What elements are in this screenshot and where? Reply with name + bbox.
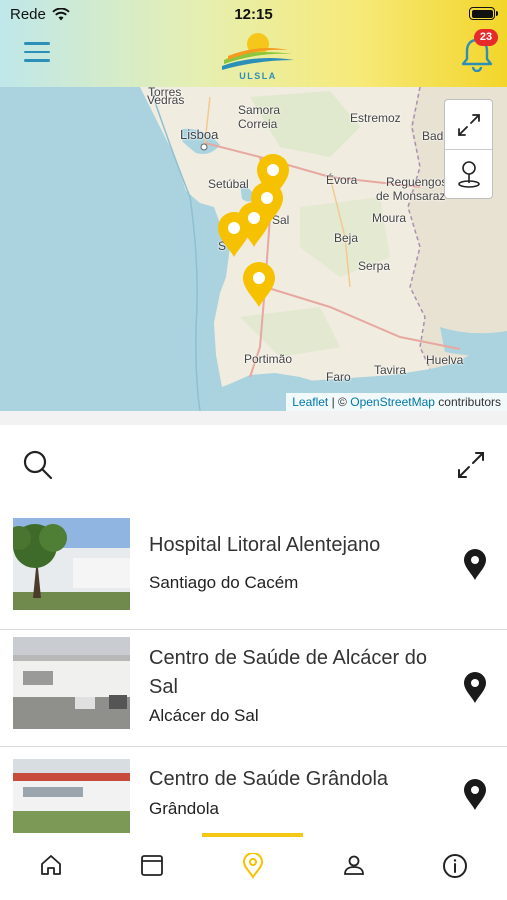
map-marker[interactable] bbox=[241, 261, 277, 309]
facility-city: Grândola bbox=[149, 799, 219, 818]
tab-calendar[interactable] bbox=[101, 833, 202, 900]
location-icon[interactable] bbox=[462, 779, 488, 811]
tab-info[interactable] bbox=[404, 833, 505, 900]
notification-badge: 23 bbox=[474, 29, 498, 46]
map-label-monsaraz: de Monsaraz bbox=[376, 189, 446, 203]
location-icon[interactable] bbox=[462, 672, 488, 704]
search-icon[interactable] bbox=[22, 449, 54, 481]
map-fullscreen-button[interactable] bbox=[445, 100, 492, 149]
tab-locations[interactable] bbox=[202, 833, 303, 900]
location-icon bbox=[242, 853, 263, 879]
expand-list-icon[interactable] bbox=[455, 449, 487, 481]
map-controls bbox=[444, 99, 493, 199]
map-label-samora: Samora bbox=[238, 103, 281, 117]
list-item[interactable]: Centro de Saúde Grândola Grândola bbox=[0, 747, 507, 833]
tab-profile[interactable] bbox=[303, 833, 404, 900]
map-label-evora: Évora bbox=[326, 173, 358, 187]
map-attribution: Leaflet | © OpenStreetMap contributors bbox=[286, 393, 507, 411]
expand-icon bbox=[457, 113, 480, 136]
location-icon[interactable] bbox=[462, 549, 488, 581]
calendar-icon bbox=[140, 855, 163, 876]
facility-name: Centro de Saúde de Alcácer do Sal bbox=[149, 647, 427, 698]
list-item[interactable]: Hospital Litoral Alentejano Santiago do … bbox=[0, 513, 507, 630]
map-label-tavira: Tavira bbox=[374, 363, 407, 377]
list-item[interactable]: Centro de Saúde de Alcácer do Sal Alcáce… bbox=[0, 630, 507, 747]
facility-photo bbox=[13, 759, 130, 833]
app-header: Rede 12:15 ULSLA 23 bbox=[0, 0, 507, 87]
facility-city: Alcácer do Sal bbox=[149, 706, 259, 725]
map-label-badajoz: Bad bbox=[422, 129, 444, 143]
home-icon bbox=[40, 855, 61, 875]
info-icon bbox=[442, 854, 467, 878]
attribution-separator: | © bbox=[331, 395, 347, 409]
map-locate-button[interactable] bbox=[445, 149, 492, 198]
facility-photo bbox=[13, 518, 130, 610]
location-pin-icon bbox=[457, 161, 480, 188]
map-label-correia: Correia bbox=[238, 117, 278, 131]
map-view[interactable]: Torres Vedras Samora Correia Estremoz Ba… bbox=[0, 87, 507, 411]
map-label-huelva: Huelva bbox=[426, 353, 464, 367]
leaflet-link[interactable]: Leaflet bbox=[292, 395, 328, 409]
status-bar: Rede 12:15 bbox=[0, 0, 507, 28]
facility-city: Santiago do Cacém bbox=[149, 573, 299, 592]
list-toolbar bbox=[0, 425, 507, 513]
ulsla-logo: ULSLA bbox=[218, 30, 298, 82]
user-icon bbox=[343, 855, 364, 875]
tab-bar bbox=[0, 833, 507, 900]
map-label-vedras: Vedras bbox=[147, 93, 185, 107]
attribution-contributors: contributors bbox=[438, 395, 501, 409]
logo-text: ULSLA bbox=[239, 71, 277, 81]
map-label-serpa: Serpa bbox=[358, 259, 391, 273]
tab-home[interactable] bbox=[0, 833, 101, 900]
map-marker[interactable] bbox=[216, 211, 252, 259]
openstreetmap-link[interactable]: OpenStreetMap bbox=[350, 395, 435, 409]
map-label-setubal: Setúbal bbox=[208, 177, 249, 191]
facility-name: Hospital Litoral Alentejano bbox=[149, 534, 381, 556]
map-label-estremoz: Estremoz bbox=[350, 111, 401, 125]
menu-button[interactable] bbox=[24, 42, 50, 64]
facility-name: Centro de Saúde Grândola bbox=[149, 768, 389, 790]
facility-list-panel: Hospital Litoral Alentejano Santiago do … bbox=[0, 425, 507, 833]
status-time: 12:15 bbox=[234, 6, 273, 23]
map-label-beja: Beja bbox=[334, 231, 359, 245]
battery-icon bbox=[469, 7, 498, 20]
facility-photo bbox=[13, 637, 130, 729]
map-label-lisboa: Lisboa bbox=[180, 127, 219, 142]
map-label-reguengos: Reguengos bbox=[386, 175, 448, 189]
map-label-portimao: Portimão bbox=[244, 352, 293, 366]
map-label-moura: Moura bbox=[372, 211, 407, 225]
map-label-faro: Faro bbox=[326, 370, 351, 384]
